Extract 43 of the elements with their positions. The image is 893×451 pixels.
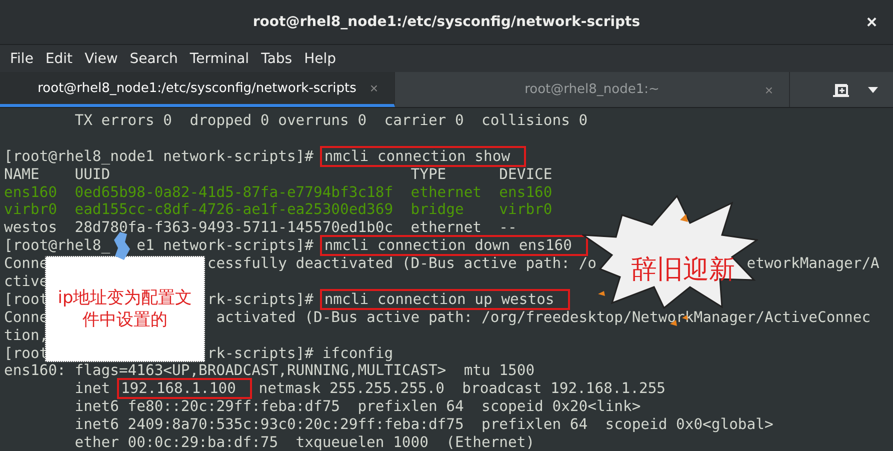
terminal-text: inet — [74, 380, 112, 398]
terminal-text: ens160: flags=4163<UP,BROADCAST,RUNNING,MULTICAST> mtu 1500 — [4, 362, 535, 380]
note-text: ip地址变为配置文件中设置的 — [56, 286, 194, 332]
pin-icon — [114, 232, 130, 260]
terminal-text: rk-scripts]# — [207, 290, 314, 308]
highlighted-command: nmcli connection down ens160 — [322, 237, 586, 254]
window-title: root@rhel8_node1:/etc/sysconfig/network-scripts — [252, 14, 640, 30]
terminal-text: [root — [4, 290, 48, 308]
terminal-text: [root — [4, 344, 48, 362]
highlighted-command: 192.168.1.100 — [118, 380, 250, 398]
caret-icon[interactable] — [867, 86, 879, 94]
callout-text: 辞旧迎新 — [631, 254, 735, 287]
terminal-text: NAME UUID TYPE DEVICE — [4, 166, 552, 183]
terminal-text: TX errors 0 dropped 0 overruns 0 carrier 0 collisions 0 — [74, 112, 588, 129]
terminal-text: virbr0 ead155cc-c8df-4726-ae1f-ea25300ed369 bridge virbr0 — [4, 201, 552, 218]
menu-item[interactable]: View — [78, 48, 124, 68]
tab-label[interactable]: root@rhel8_node1:/etc/sysconfig/network-scripts — [38, 80, 356, 96]
terminal-text: ens160 0ed65b98-0a82-41d5-87fa-e7794bf3c18f ethernet ens160 — [4, 184, 552, 201]
terminal-text: inet6 fe80::20c:29ff:feba:df75 prefixlen 64 scopeid 0x20<link> — [74, 398, 641, 416]
highlighted-command: nmcli connection up westos — [322, 290, 568, 308]
terminal-text: rk-scripts]# ifconfig — [207, 344, 394, 362]
terminal-text: netmask 255.255.255.0 broadcast 192.168.1.255 — [258, 380, 666, 398]
menu-item[interactable]: File — [4, 48, 40, 68]
tab-label[interactable]: root@rhel8_node1:~ — [524, 82, 660, 97]
terminal-text: e1 network-scripts]# — [136, 237, 314, 254]
terminal-text: westos 28d780fa-f363-9493-5711-145570ed1b0c ethernet -- — [4, 219, 517, 236]
terminal-text: etworkManager/A — [746, 255, 880, 272]
terminal-text: cessfully deactivated (D-Bus active path: /o — [207, 255, 596, 272]
menu-item[interactable]: Tabs — [255, 48, 298, 68]
terminal-text: ether 00:0c:29:ba:df:75 txqueuelen 1000 (Ethernet) — [74, 434, 535, 451]
terminal-text: activated (D-Bus active path: /org/freedesktop/NetworkManager/ActiveConnec — [216, 308, 871, 326]
terminal-text: tion, — [4, 326, 48, 344]
menu-item[interactable]: Edit — [39, 48, 79, 68]
terminal-text: [root@rhel8_node1 network-scripts]# — [4, 148, 314, 165]
terminal-text: inet6 2409:8a70:535c:93c0:20c:29ff:feba:df75 prefixlen 64 scopeid 0x0<global> — [74, 416, 774, 434]
close-button[interactable]: × — [862, 12, 881, 33]
terminal-text: [root@rhel8_ — [4, 237, 110, 254]
menu-item[interactable]: Search — [124, 48, 184, 68]
highlighted-command: nmcli connection show — [322, 148, 524, 165]
menu-item[interactable]: Help — [298, 48, 342, 68]
close-tab-button[interactable]: × — [366, 80, 382, 96]
terminal-tab[interactable]: root@rhel8_node1:/etc/sysconfig/network-scripts × — [0, 72, 395, 107]
menu-item[interactable]: Terminal — [184, 48, 256, 68]
